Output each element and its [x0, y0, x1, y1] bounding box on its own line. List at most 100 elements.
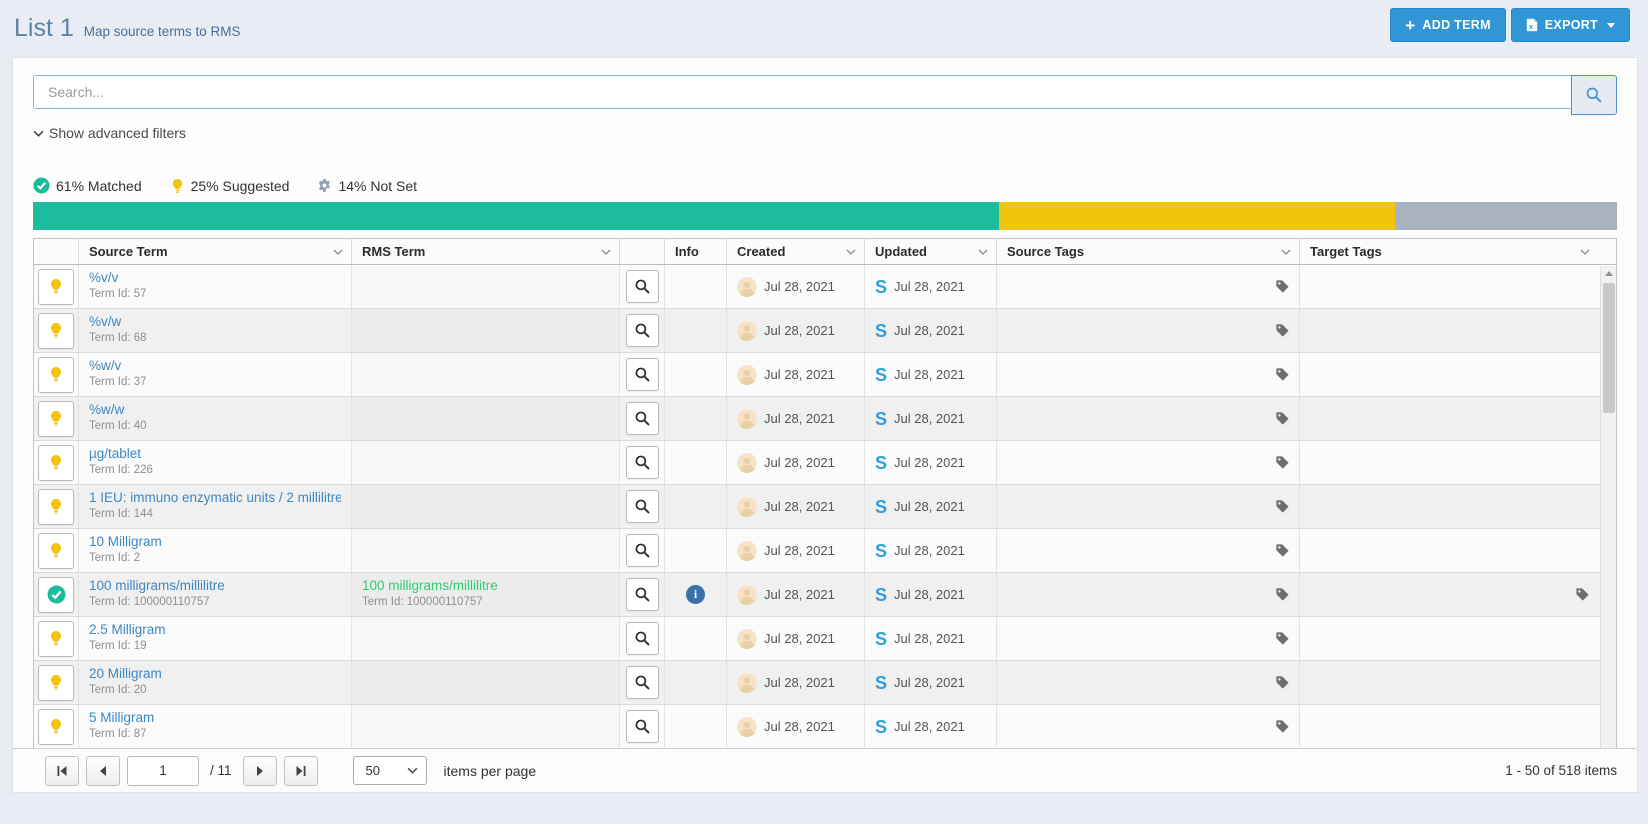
lookup-cell: [620, 265, 665, 308]
tag-icon[interactable]: [1275, 411, 1290, 426]
source-tags-cell: [997, 397, 1300, 440]
status-button[interactable]: [38, 532, 74, 569]
source-term-link[interactable]: 20 Milligram: [89, 666, 341, 681]
source-term-link[interactable]: 1 IEU: immuno enzymatic units / 2 millil…: [89, 490, 341, 505]
chevron-down-icon: [33, 130, 44, 137]
status-button[interactable]: [38, 708, 74, 745]
column-header-source-term[interactable]: Source Term: [79, 239, 352, 264]
source-term-link[interactable]: %w/w: [89, 402, 341, 417]
status-button[interactable]: [38, 356, 74, 393]
row-search-button[interactable]: [625, 270, 659, 303]
tag-icon[interactable]: [1275, 323, 1290, 338]
export-button[interactable]: x EXPORT: [1510, 8, 1630, 42]
tag-icon[interactable]: [1275, 543, 1290, 558]
scrollbar-thumb[interactable]: [1603, 283, 1615, 413]
search-icon: [634, 278, 651, 295]
chevron-down-icon[interactable]: [978, 249, 988, 255]
source-term-cell: 20 Milligram Term Id: 20: [79, 661, 352, 704]
row-search-button[interactable]: [625, 358, 659, 391]
updated-date: Jul 28, 2021: [894, 543, 965, 558]
table-row: %v/w Term Id: 68 i Jul 28, 2021 S Jul 28: [34, 309, 1616, 353]
status-button[interactable]: [38, 620, 74, 657]
items-per-page-select[interactable]: 50: [352, 756, 427, 785]
next-page-button[interactable]: [242, 755, 277, 786]
updated-date: Jul 28, 2021: [894, 323, 965, 338]
target-tags-cell: [1300, 397, 1616, 440]
source-term-link[interactable]: 100 milligrams/millilitre: [89, 578, 341, 593]
lightbulb-icon: [48, 630, 64, 647]
chevron-down-icon[interactable]: [1281, 249, 1291, 255]
status-button[interactable]: [38, 488, 74, 525]
source-term-link[interactable]: %v/v: [89, 270, 341, 285]
source-term-link[interactable]: %w/v: [89, 358, 341, 373]
status-button[interactable]: [38, 444, 74, 481]
search-icon: [1585, 86, 1603, 104]
tag-icon[interactable]: [1275, 587, 1290, 602]
legend-matched-label: 61% Matched: [56, 177, 142, 194]
source-tags-cell: [997, 661, 1300, 704]
user-avatar-icon: [737, 584, 757, 605]
row-search-button[interactable]: [625, 710, 659, 743]
tag-icon[interactable]: [1275, 455, 1290, 470]
updated-cell: S Jul 28, 2021: [865, 353, 997, 396]
row-search-button[interactable]: [625, 622, 659, 655]
column-header-rms-term[interactable]: RMS Term: [352, 239, 620, 264]
system-updater-icon: S: [875, 672, 888, 693]
table-scrollbar[interactable]: [1600, 266, 1616, 760]
row-search-button[interactable]: [625, 402, 659, 435]
source-term-link[interactable]: %v/w: [89, 314, 341, 329]
status-button[interactable]: [38, 400, 74, 437]
scroll-up-icon[interactable]: [1601, 266, 1617, 281]
target-tags-cell: [1300, 309, 1616, 352]
chevron-down-icon[interactable]: [1580, 249, 1590, 255]
tag-icon[interactable]: [1275, 499, 1290, 514]
column-header-updated[interactable]: Updated: [865, 239, 997, 264]
rms-term-link[interactable]: 100 milligrams/millilitre: [362, 578, 609, 593]
source-term-link[interactable]: 5 Milligram: [89, 710, 341, 725]
column-header-target-tags[interactable]: Target Tags: [1300, 239, 1616, 264]
search-button[interactable]: [1571, 75, 1617, 115]
export-label: EXPORT: [1544, 18, 1598, 32]
row-search-button[interactable]: [625, 578, 659, 611]
show-advanced-filters-toggle[interactable]: Show advanced filters: [33, 125, 186, 141]
info-icon[interactable]: i: [686, 585, 705, 604]
page-number-input[interactable]: [127, 755, 199, 786]
tag-icon[interactable]: [1275, 367, 1290, 382]
table-row: µg/tablet Term Id: 226 i Jul 28, 2021 S: [34, 441, 1616, 485]
chevron-down-icon[interactable]: [333, 249, 343, 255]
chevron-down-icon[interactable]: [601, 249, 611, 255]
row-search-button[interactable]: [625, 314, 659, 347]
add-term-button[interactable]: + ADD TERM: [1390, 8, 1506, 42]
source-term-id: Term Id: 87: [89, 728, 147, 740]
lightbulb-icon: [48, 674, 64, 691]
source-term-id: Term Id: 144: [89, 508, 153, 520]
row-search-button[interactable]: [625, 490, 659, 523]
chevron-down-icon[interactable]: [846, 249, 856, 255]
previous-page-button[interactable]: [86, 755, 120, 786]
status-button[interactable]: [38, 576, 74, 613]
search-input[interactable]: [33, 75, 1572, 109]
search-icon: [634, 498, 651, 515]
tag-icon[interactable]: [1575, 587, 1590, 602]
last-page-button[interactable]: [283, 755, 318, 786]
column-header-created[interactable]: Created: [727, 239, 865, 264]
tag-icon[interactable]: [1275, 675, 1290, 690]
page-title: List 1: [14, 14, 74, 42]
first-page-button[interactable]: [45, 755, 79, 786]
row-search-button[interactable]: [625, 534, 659, 567]
system-updater-icon: S: [875, 628, 888, 649]
tag-icon[interactable]: [1275, 631, 1290, 646]
status-button[interactable]: [38, 268, 74, 305]
row-search-button[interactable]: [625, 666, 659, 699]
status-button[interactable]: [38, 312, 74, 349]
progress-segment-matched: [33, 202, 1000, 230]
status-button[interactable]: [38, 664, 74, 701]
source-term-link[interactable]: 2.5 Milligram: [89, 622, 341, 637]
tag-icon[interactable]: [1275, 279, 1290, 294]
column-header-source-tags[interactable]: Source Tags: [997, 239, 1300, 264]
tag-icon[interactable]: [1275, 719, 1290, 734]
source-term-link[interactable]: µg/tablet: [89, 446, 341, 461]
source-term-link[interactable]: 10 Milligram: [89, 534, 341, 549]
info-cell: i: [665, 485, 727, 528]
row-search-button[interactable]: [625, 446, 659, 479]
